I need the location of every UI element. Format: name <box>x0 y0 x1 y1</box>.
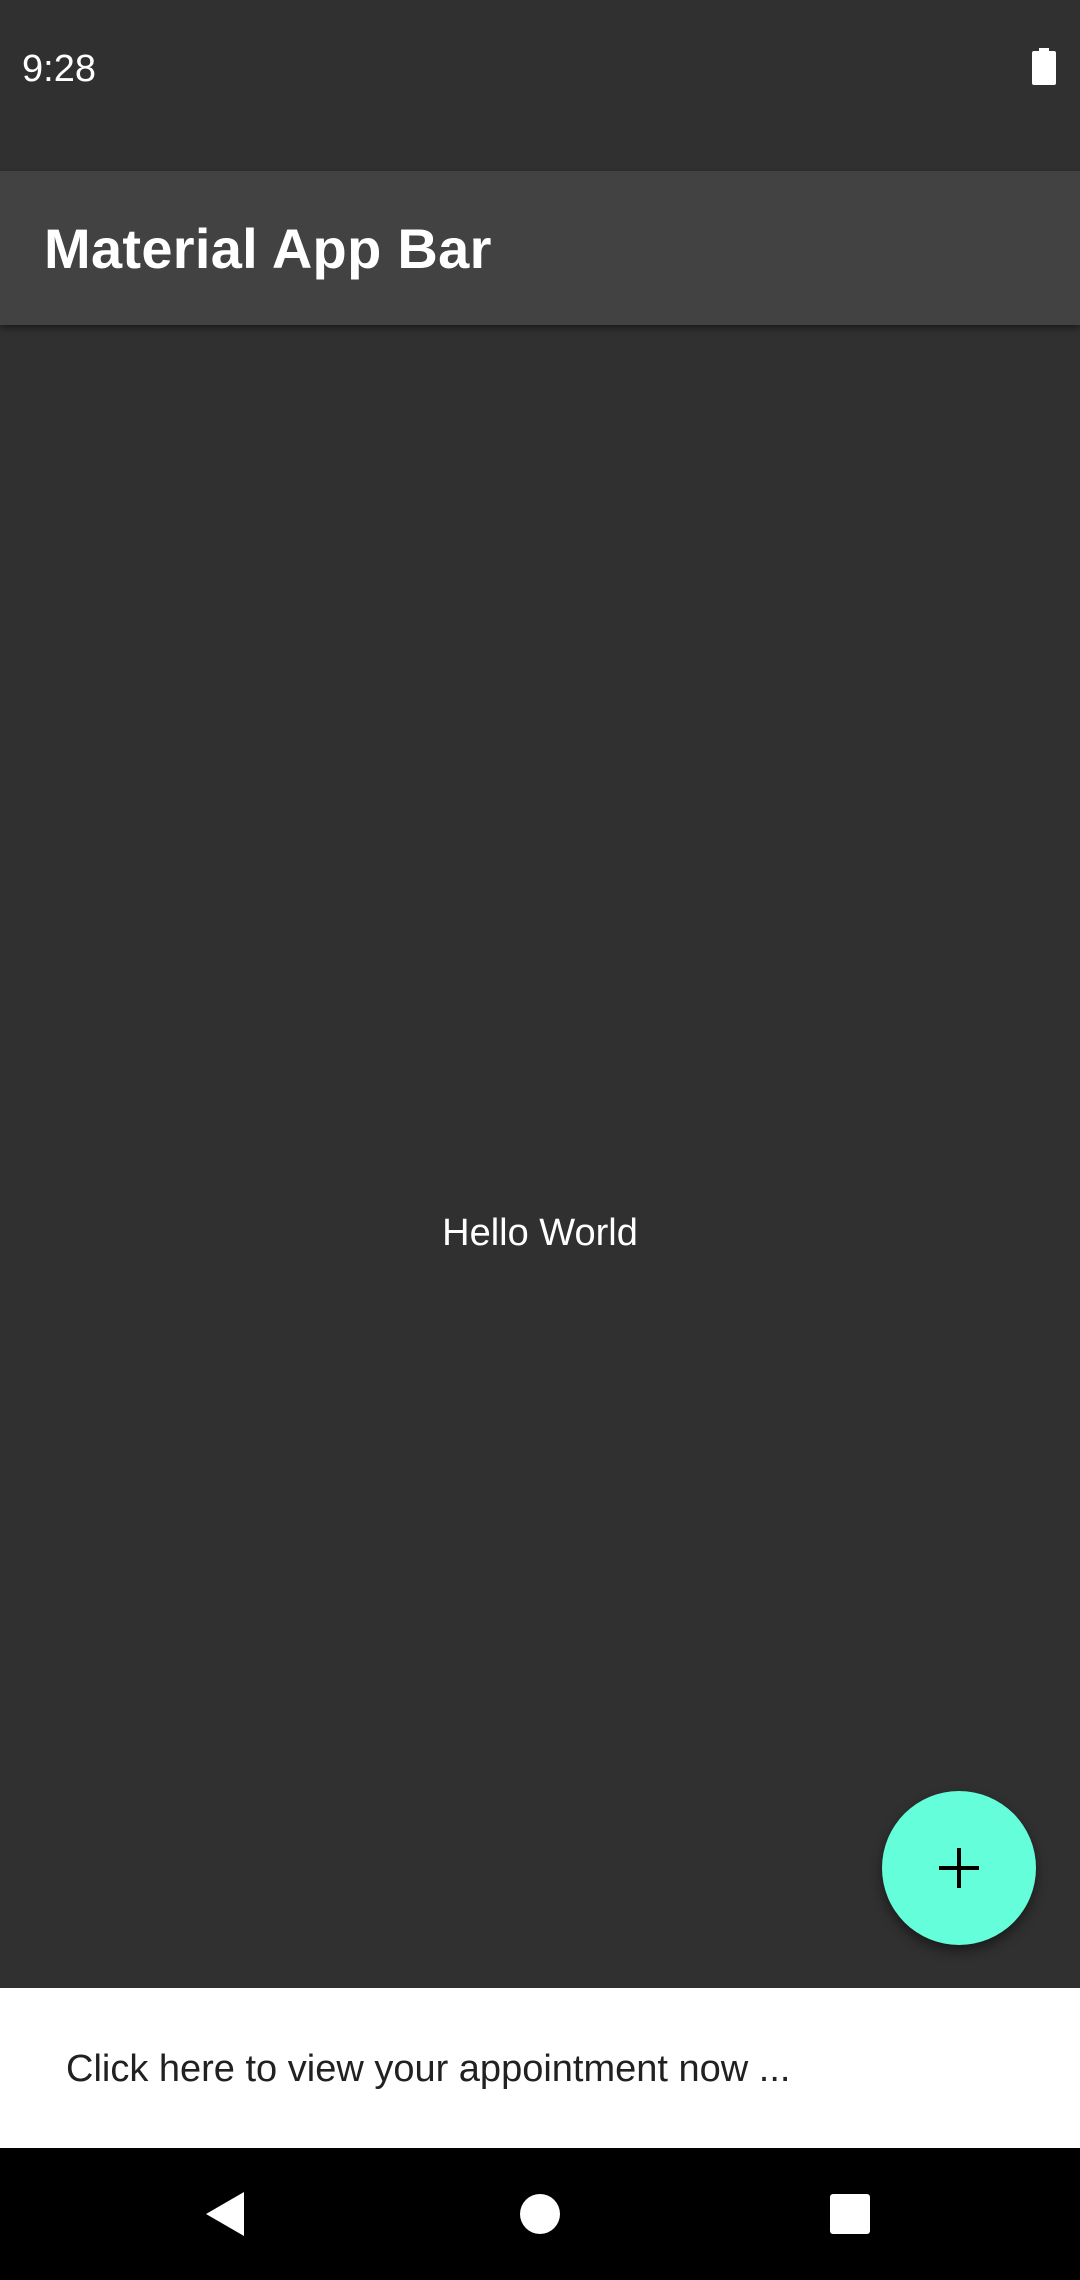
system-nav-bar <box>0 2148 1080 2280</box>
nav-recents-button[interactable] <box>784 2148 916 2280</box>
status-time: 9:28 <box>22 48 96 90</box>
hello-world-text: Hello World <box>442 1212 638 1254</box>
nav-back-button[interactable] <box>160 2148 292 2280</box>
appointment-banner-text: Click here to view your appointment now … <box>66 2048 791 2090</box>
app-screen: 9:28 Material App Bar Hello World Click … <box>0 0 1080 2280</box>
back-triangle-icon <box>206 2192 244 2236</box>
nav-home-button[interactable] <box>474 2148 606 2280</box>
main-content: Hello World <box>0 325 1080 1988</box>
app-bar: Material App Bar <box>0 171 1080 325</box>
add-fab-button[interactable] <box>882 1791 1036 1945</box>
appointment-banner[interactable]: Click here to view your appointment now … <box>0 1988 1080 2148</box>
recents-square-icon <box>830 2194 870 2234</box>
app-bar-title: Material App Bar <box>44 217 492 280</box>
battery-icon <box>1032 48 1056 85</box>
home-circle-icon <box>520 2194 560 2234</box>
plus-icon <box>939 1848 979 1888</box>
status-bar: 9:28 <box>0 0 1080 171</box>
